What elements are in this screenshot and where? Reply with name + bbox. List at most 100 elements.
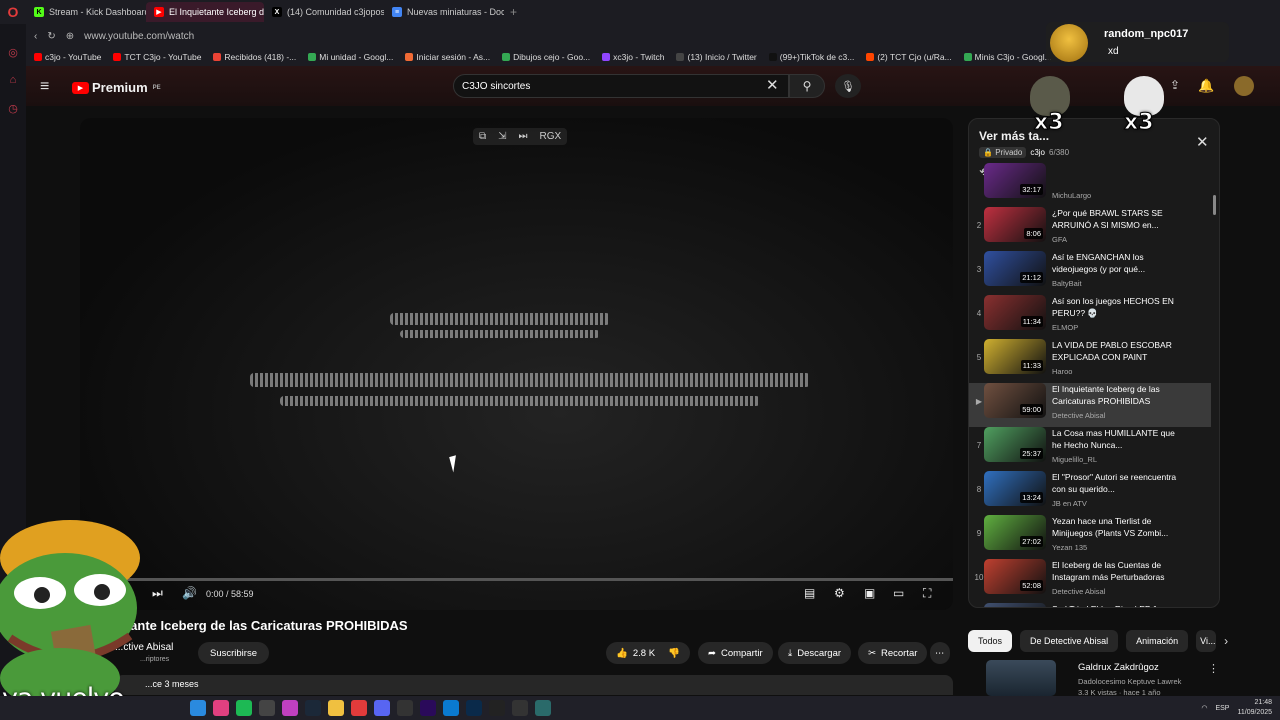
- bookmark-item[interactable]: TCT C3jo - YouTube: [113, 52, 201, 62]
- download-button[interactable]: ⤓ Descargar: [778, 642, 852, 664]
- playlist-item[interactable]: 5 11:33 LA VIDA DE PABLO ESCOBAR EXPLICADA…: [969, 339, 1211, 383]
- miniplayer-toggle-icon[interactable]: ▣: [864, 586, 875, 600]
- hamburger-menu-icon[interactable]: ≡: [40, 78, 49, 96]
- wifi-icon[interactable]: ◠: [1201, 704, 1207, 712]
- subscribe-button[interactable]: Suscribirse: [198, 642, 269, 664]
- bookmark-item[interactable]: xc3jo - Twitch: [602, 52, 664, 62]
- back-icon[interactable]: ‹: [34, 31, 37, 42]
- share-button[interactable]: ➦ Compartir: [698, 642, 773, 664]
- tab-docs[interactable]: ≡ Nuevas miniaturas - Docu: [384, 2, 504, 22]
- bookmark-favicon: [602, 53, 611, 61]
- playlist-item-channel: ELMOP: [1052, 323, 1079, 332]
- close-playlist-icon[interactable]: ✕: [1196, 133, 1209, 151]
- tab-youtube-active[interactable]: ▶ El Inquietante Iceberg de: [146, 2, 264, 22]
- more-actions-icon[interactable]: ⋯: [930, 642, 950, 664]
- history-icon[interactable]: ◷: [0, 94, 26, 122]
- create-icon[interactable]: ⇪: [1170, 78, 1180, 92]
- youtube-premium-logo[interactable]: ▶ Premium PE: [72, 80, 161, 95]
- bookmark-item[interactable]: Dibujos cejo - Goo...: [502, 52, 590, 62]
- lang-indicator[interactable]: ESP: [1215, 705, 1229, 712]
- photoshop-icon[interactable]: [466, 700, 482, 716]
- bookmark-item[interactable]: Mi unidad - Googl...: [308, 52, 393, 62]
- url-field[interactable]: www.youtube.com/watch: [84, 31, 194, 42]
- voice-search-button[interactable]: 🎙: [835, 74, 861, 98]
- playlist-item[interactable]: 9 27:02 Yezan hace una Tierlist de Minijue…: [969, 515, 1211, 559]
- video-player[interactable]: ⧉ ⇲ ⏭ RGX ⏭ 🔊 0:00 / 58:59 ▤ ⚙ ▣ ▭ ⛶: [80, 118, 953, 610]
- cast-icon[interactable]: ⇲: [498, 131, 506, 142]
- playlist-item[interactable]: ▶ 59:00 El Inquietante Iceberg de las Cari…: [969, 383, 1211, 427]
- fullscreen-icon[interactable]: ⛶: [923, 586, 931, 601]
- thumbs-down-icon[interactable]: 👎: [668, 648, 680, 659]
- description-box[interactable]: ...ce 3 meses: [115, 675, 953, 695]
- playlist-scrollbar[interactable]: [1213, 195, 1216, 215]
- clip-button[interactable]: ✂ Recortar: [858, 642, 928, 664]
- next-video-icon[interactable]: ⏭: [152, 586, 163, 601]
- discord-icon[interactable]: [374, 700, 390, 716]
- site-info-icon[interactable]: ⊕: [66, 31, 74, 42]
- like-button[interactable]: 👍 2.8 K 👎: [606, 642, 690, 664]
- playlist-owner[interactable]: c3jo: [1030, 148, 1045, 157]
- edge-icon[interactable]: [443, 700, 459, 716]
- playlist-item[interactable]: 8 13:24 El "Prosor" Autori se reencuentra …: [969, 471, 1211, 515]
- photos-icon[interactable]: [213, 700, 229, 716]
- playlist-item[interactable]: 7 25:37 La Cosa mas HUMILLANTE que he Hech…: [969, 427, 1211, 471]
- workspace-icon[interactable]: ⌂: [0, 66, 26, 94]
- chip-animation[interactable]: Animación: [1126, 630, 1189, 652]
- playlist-item[interactable]: 10 52:08 El Iceberg de las Cuentas de Inst…: [969, 559, 1211, 603]
- bookmark-item[interactable]: Recibidos (418) -...: [213, 52, 296, 62]
- playlist-item[interactable]: So I Tried Elden Ring | EP 1: [969, 603, 1211, 607]
- search-button[interactable]: ⚲: [789, 74, 825, 98]
- calculator-icon[interactable]: [259, 700, 275, 716]
- paint-icon[interactable]: [282, 700, 298, 716]
- opera-icon[interactable]: [351, 700, 367, 716]
- chip-more[interactable]: Vi...: [1196, 630, 1217, 652]
- chevron-right-icon[interactable]: ›: [1224, 634, 1228, 648]
- premiere-icon[interactable]: [420, 700, 436, 716]
- opera-icon[interactable]: O: [0, 4, 26, 20]
- steam-icon[interactable]: [305, 700, 321, 716]
- chip-todos[interactable]: Todos: [968, 630, 1013, 652]
- playlist-item-title: Así te ENGANCHAN los videojuegos (y por …: [1052, 252, 1146, 274]
- notifications-bell-icon[interactable]: 🔔: [1198, 78, 1214, 94]
- bookmark-item[interactable]: (13) Inicio / Twitter: [676, 52, 757, 62]
- aseprite-icon[interactable]: [535, 700, 551, 716]
- duration-badge: 32:17: [1020, 184, 1043, 195]
- recommended-video[interactable]: Galdrux Zakdrûgoz Dadolocesimo Keptuve L…: [968, 660, 1220, 700]
- bookmark-item[interactable]: Iniciar sesión - As...: [405, 52, 490, 62]
- spotify-icon[interactable]: [236, 700, 252, 716]
- subtitles-icon[interactable]: ▤: [804, 586, 815, 600]
- aria-icon[interactable]: ◎: [0, 38, 26, 66]
- explorer-icon[interactable]: [328, 700, 344, 716]
- video-top-controls: ⧉ ⇲ ⏭ RGX: [473, 128, 568, 145]
- obs-icon[interactable]: [489, 700, 505, 716]
- skip-icon[interactable]: ⏭: [519, 131, 528, 142]
- playlist-item[interactable]: 2 8:06 ¿Por qué BRAWL STARS SE ARRUINÓ A S…: [969, 207, 1211, 251]
- video-progress-bar[interactable]: [80, 578, 953, 581]
- settings-gear-icon[interactable]: ⚙: [834, 586, 845, 600]
- new-tab-button[interactable]: +: [510, 5, 517, 19]
- unity-icon[interactable]: [512, 700, 528, 716]
- miniplayer-icon[interactable]: ⧉: [479, 131, 486, 142]
- account-avatar[interactable]: [1234, 76, 1254, 96]
- extension-label[interactable]: RGX: [540, 131, 562, 142]
- reload-icon[interactable]: ↻: [47, 31, 55, 42]
- bookmark-item[interactable]: (2) TCT Cjo (u/Ra...: [866, 52, 952, 62]
- theater-mode-icon[interactable]: ▭: [893, 586, 904, 600]
- search-input[interactable]: C3JO sincortes: [453, 74, 789, 98]
- bookmark-item[interactable]: (99+)TikTok de c3...: [768, 52, 854, 62]
- playlist-item[interactable]: 4 11:34 Así son los juegos HECHOS EN PERU?…: [969, 295, 1211, 339]
- bookmark-item[interactable]: Minis C3jo - Googl...: [963, 52, 1052, 62]
- chip-channel[interactable]: De Detective Abisal: [1020, 630, 1119, 652]
- playlist-item[interactable]: 32:17 MichuLargo: [969, 163, 1211, 207]
- capcut-icon[interactable]: [397, 700, 413, 716]
- playlist-item[interactable]: 3 21:12 Así te ENGANCHAN los videojuegos (…: [969, 251, 1211, 295]
- clock[interactable]: 21:48 11/09/2025: [1237, 698, 1272, 718]
- tab-kick[interactable]: K Stream - Kick Dashboard: [26, 2, 146, 22]
- copilot-icon[interactable]: [190, 700, 206, 716]
- volume-icon[interactable]: 🔊: [182, 586, 197, 600]
- more-options-icon[interactable]: ⋮: [1208, 662, 1219, 675]
- playlist-thumbnail: 8:06: [984, 207, 1046, 242]
- tab-x-comunidad[interactable]: X (14) Comunidad c3jopos: [264, 2, 384, 22]
- bookmark-item[interactable]: c3jo - YouTube: [34, 52, 101, 62]
- clear-search-icon[interactable]: ✕: [766, 76, 779, 94]
